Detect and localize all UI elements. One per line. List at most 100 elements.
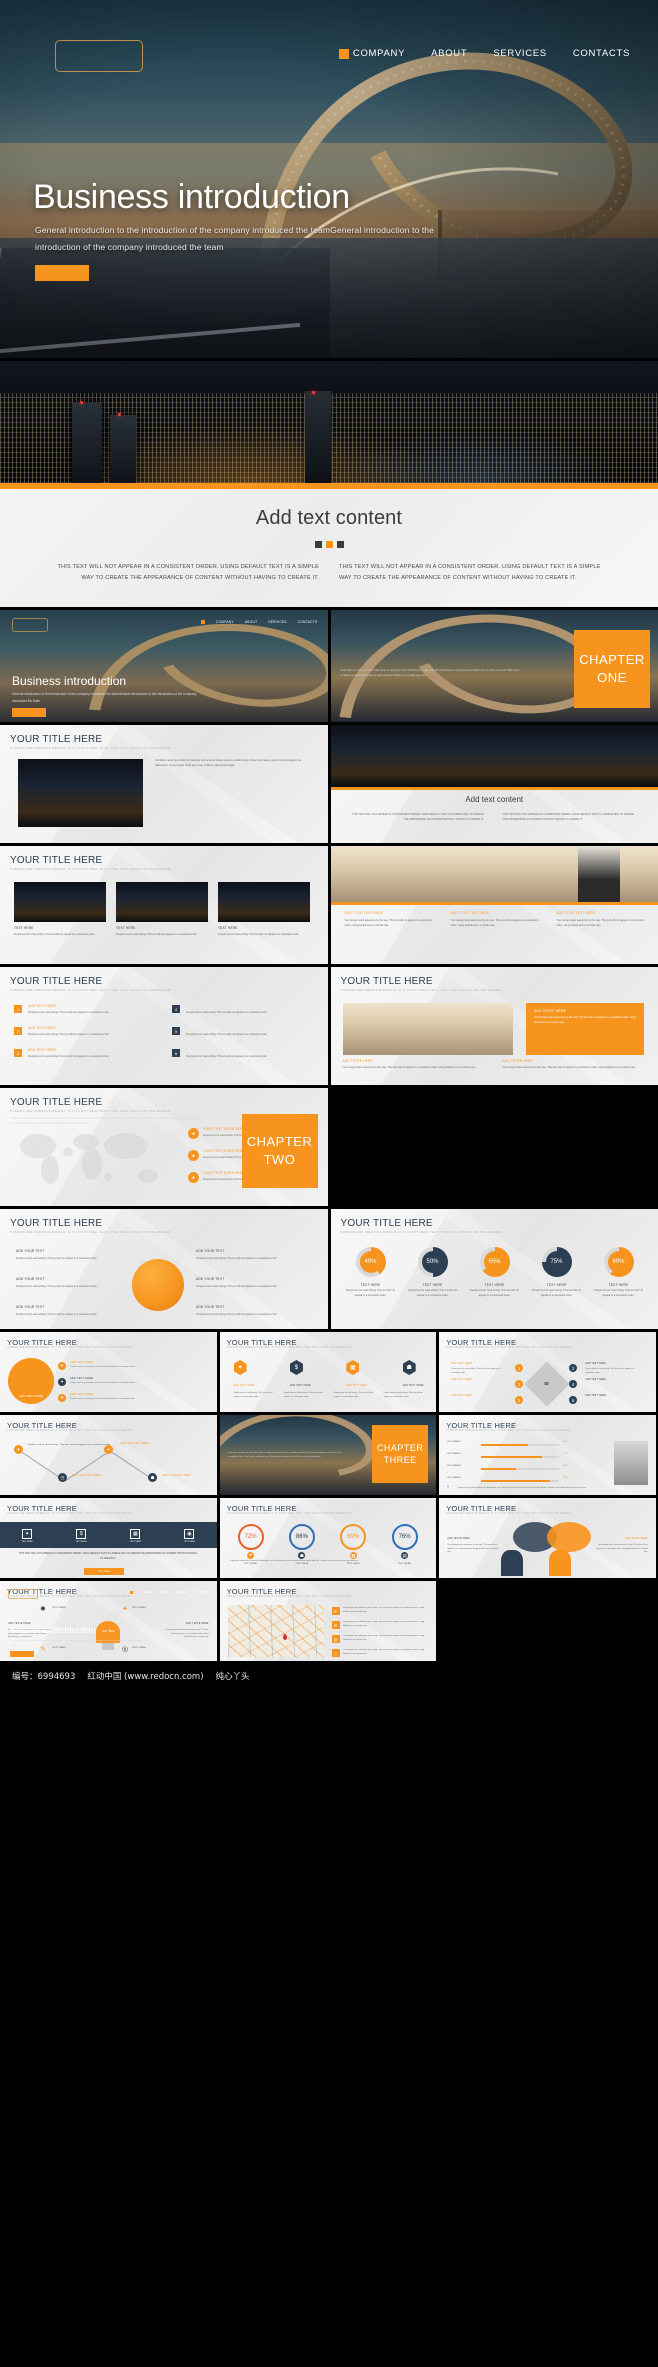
band-label-4: TEXT HERE bbox=[183, 1541, 196, 1543]
slide-slider-bars[interactable]: YOUR TITLE HERE HUMANS ARE CREATIVE BEIN… bbox=[439, 1415, 656, 1495]
list-title-1: ADD TEXT HERE bbox=[28, 1004, 56, 1008]
orange-box-body: Your design looks awesome by the way. Th… bbox=[534, 1016, 636, 1024]
team-icon: ☗ bbox=[402, 1360, 416, 1375]
slide-talking-heads[interactable]: YOUR TITLE HERE HUMANS ARE CREATIVE BEIN… bbox=[439, 1498, 656, 1578]
slide-dark-icon-band[interactable]: YOUR TITLE HERE HUMANS ARE CREATIVE BEIN… bbox=[0, 1498, 217, 1578]
slide-text-right: THIS TEXT WILL NOT APPEAR IN A CONSISTEN… bbox=[502, 813, 634, 821]
slider-fill-2 bbox=[481, 1456, 543, 1458]
add-text-content-section: Add text content THIS TEXT WILL NOT APPE… bbox=[0, 489, 658, 607]
band-item-1: ✦ TEXT HERE bbox=[21, 1529, 33, 1543]
slide-title: YOUR TITLE HERE bbox=[340, 976, 433, 987]
ring-gauge-group: 72% ☂ TEXT HERE 86% ☗ TEXT HERE 69% ▦ TE… bbox=[230, 1524, 426, 1565]
quote-text: I hope you enjoyed the Note text. A desi… bbox=[457, 1487, 586, 1489]
donut-body-2: People tend to read writing. This text w… bbox=[408, 1289, 457, 1297]
slide-cta-button[interactable] bbox=[12, 708, 46, 717]
donut-value-4: 75% bbox=[545, 1251, 568, 1273]
map-pin-icon bbox=[283, 1633, 288, 1640]
hero-navigation: COMPANY ABOUT SERVICES CONTACTS bbox=[338, 48, 630, 59]
slider-track-1[interactable] bbox=[481, 1444, 560, 1446]
nav-link-contacts[interactable]: CONTACTS bbox=[573, 48, 630, 59]
chapter-label: CHAPTER bbox=[579, 652, 645, 668]
list-number-4: 4 bbox=[172, 1005, 180, 1013]
chapter-label: CHAPTER bbox=[376, 1442, 424, 1453]
hero-cta-button[interactable] bbox=[35, 265, 89, 281]
slide-subtitle: HUMANS ARE CREATIVE BEINGS. IF IT IS NOT… bbox=[10, 746, 172, 750]
footer-title-left: ADD TEXTE HERE bbox=[342, 1059, 373, 1063]
globe-item-title-6: ADD YOUR TEXT bbox=[196, 1305, 225, 1309]
slide-ring-gauges[interactable]: YOUR TITLE HERE HUMANS ARE CREATIVE BEIN… bbox=[219, 1498, 437, 1578]
slide-donut-percentages[interactable]: YOUR TITLE HERE HUMANS ARE CREATIVE BEIN… bbox=[330, 1209, 658, 1329]
donut-chart-4: 75% bbox=[541, 1247, 572, 1277]
slider-track-4[interactable] bbox=[481, 1480, 560, 1482]
night-city-image bbox=[0, 361, 658, 483]
slider-fill-4 bbox=[481, 1480, 550, 1482]
slide-chapter-one[interactable]: Click here to add your text Click here t… bbox=[330, 610, 658, 722]
skyscraper-b bbox=[110, 415, 136, 483]
pin-item: $ ADD TEXT HERE bbox=[289, 1360, 311, 1387]
slider-track-3[interactable] bbox=[481, 1468, 560, 1470]
slide-row-10: YOUR TITLE HERE HUMANS ARE CREATIVE BEIN… bbox=[0, 1581, 658, 1661]
slide-photo-header-text[interactable]: Add text content THIS TEXT WILL NOT APPE… bbox=[330, 725, 658, 843]
slide-subtitle: General introduction to the introduction… bbox=[12, 691, 197, 704]
map-item-body-2: Your design looks awesome by the way. Th… bbox=[342, 1621, 425, 1627]
list-number-3: 3 bbox=[14, 1049, 22, 1057]
square-bullet-icon bbox=[130, 1591, 134, 1594]
slide-title: YOUR TITLE HERE bbox=[10, 976, 103, 987]
slide-title-photo-text[interactable]: YOUR TITLE HERE HUMANS ARE CREATIVE BEIN… bbox=[0, 725, 328, 843]
donut-label-2: TEXT HERE bbox=[422, 1283, 443, 1287]
bridge-arch-graphic bbox=[219, 1415, 397, 1481]
slide-chapter-three[interactable]: Click here to add your text Click here t… bbox=[219, 1415, 437, 1495]
slide-photo-orange-box[interactable]: YOUR TITLE HERE HUMANS ARE CREATIVE BEIN… bbox=[330, 967, 658, 1085]
slide-title: YOUR TITLE HERE bbox=[7, 1421, 77, 1430]
slide-subtitle: HUMANS ARE CREATIVE BEINGS. IF IT IS NOT… bbox=[226, 1347, 352, 1349]
slide-circular-infographic[interactable]: YOUR TITLE HERE HUMANS ARE CREATIVE BEIN… bbox=[0, 1332, 217, 1412]
slide-globe-text[interactable]: YOUR TITLE HERE HUMANS ARE CREATIVE BEIN… bbox=[0, 1209, 328, 1329]
pin-group: ✦ ADD TEXT HERE $ ADD TEXT HERE ▦ ADD TE… bbox=[233, 1360, 424, 1387]
slide-warm-photo-columns[interactable]: ADD TITLE TEXT HERE ADD TITLE TEXT HERE … bbox=[330, 846, 658, 964]
hero-title: Business introduction bbox=[33, 178, 350, 216]
list-number-2: 2 bbox=[14, 1027, 22, 1035]
slide-map-list[interactable]: YOUR TITLE HERE HUMANS ARE CREATIVE BEIN… bbox=[219, 1581, 437, 1661]
final-cta-button[interactable] bbox=[10, 1651, 34, 1657]
pin-label-1: ADD TEXT HERE bbox=[233, 1385, 255, 1387]
slide-cover[interactable]: COMPANY ABOUT SERVICES CONTACTS Business… bbox=[0, 610, 328, 722]
photo-caption-3: TEXT HERE bbox=[218, 926, 238, 930]
slide-four-pins[interactable]: YOUR TITLE HERE HUMANS ARE CREATIVE BEIN… bbox=[219, 1332, 437, 1412]
column-title-2: ADD TITLE TEXT HERE bbox=[450, 911, 490, 915]
slide-chapter-two[interactable]: Click here to add your text Click here t… bbox=[0, 1088, 328, 1206]
column-body-1: Your design looks awesome by the way. Th… bbox=[344, 919, 433, 927]
ring-icon-2: ☗ bbox=[298, 1552, 306, 1559]
nav-link-services[interactable]: SERVICES bbox=[493, 48, 546, 59]
slide-final-cover[interactable]: COMPANY ABOUT SERVICES CONTACTS Business… bbox=[0, 1581, 217, 1661]
chapter-number: THREE bbox=[383, 1455, 417, 1465]
mail-icon: ✉ bbox=[331, 1621, 340, 1629]
slide-three-photos[interactable]: YOUR TITLE HERE HUMANS ARE CREATIVE BEIN… bbox=[0, 846, 328, 964]
chapter-number: TWO bbox=[263, 1152, 296, 1167]
slider-track-2[interactable] bbox=[481, 1456, 560, 1458]
network-icon-3: ◷ bbox=[58, 1473, 67, 1482]
orange-info-box: ADD TEXTE HERE Your design looks awesome… bbox=[526, 1003, 644, 1055]
slide-numbered-list[interactable]: YOUR TITLE HERE HUMANS ARE CREATIVE BEIN… bbox=[0, 967, 328, 1085]
slide-subtitle: HUMANS ARE CREATIVE BEINGS. IF IT IS NOT… bbox=[10, 1230, 172, 1234]
step-title-2: ADD TEXT HERE bbox=[70, 1377, 94, 1380]
photo-body-2: People tend to read writing. This text w… bbox=[116, 933, 198, 936]
node-title-5: ADD TEXT HERE bbox=[451, 1395, 473, 1397]
donut-label-4: TEXT HERE bbox=[546, 1283, 567, 1287]
slide-subtitle: HUMANS ARE CREATIVE BEINGS. IF IT IS NOT… bbox=[446, 1347, 572, 1349]
nav-link-about[interactable]: ABOUT bbox=[431, 48, 467, 59]
chapter-label: CHAPTER bbox=[246, 1134, 313, 1150]
list-number-1: 1 bbox=[14, 1005, 22, 1013]
step-title-3: ADD TEXT HERE bbox=[70, 1393, 94, 1396]
logo-placeholder[interactable] bbox=[55, 40, 143, 72]
slide-body-text: Click here to add your text Click here t… bbox=[227, 1452, 342, 1459]
slide-subtitle: HUMANS ARE CREATIVE BEINGS. IF IT IS NOT… bbox=[226, 1596, 352, 1598]
slide-diamond-diagram[interactable]: YOUR TITLE HERE HUMANS ARE CREATIVE BEIN… bbox=[439, 1332, 656, 1412]
slide-navigation: COMPANY ABOUT SERVICES CONTACTS bbox=[200, 620, 318, 624]
head-title-right: ADD TEXTE HERE bbox=[625, 1538, 648, 1540]
band-cta-button[interactable]: TEXT HERE bbox=[84, 1568, 124, 1575]
column-body-2: Your design looks awesome by the way. Th… bbox=[450, 919, 539, 927]
network-label-1: People tend to read writing. This text w… bbox=[28, 1444, 111, 1446]
slide-network-nodes[interactable]: YOUR TITLE HERE HUMANS ARE CREATIVE BEIN… bbox=[0, 1415, 217, 1495]
nav-link-company[interactable]: COMPANY bbox=[353, 48, 405, 59]
nav-item-company[interactable]: COMPANY bbox=[338, 48, 405, 59]
